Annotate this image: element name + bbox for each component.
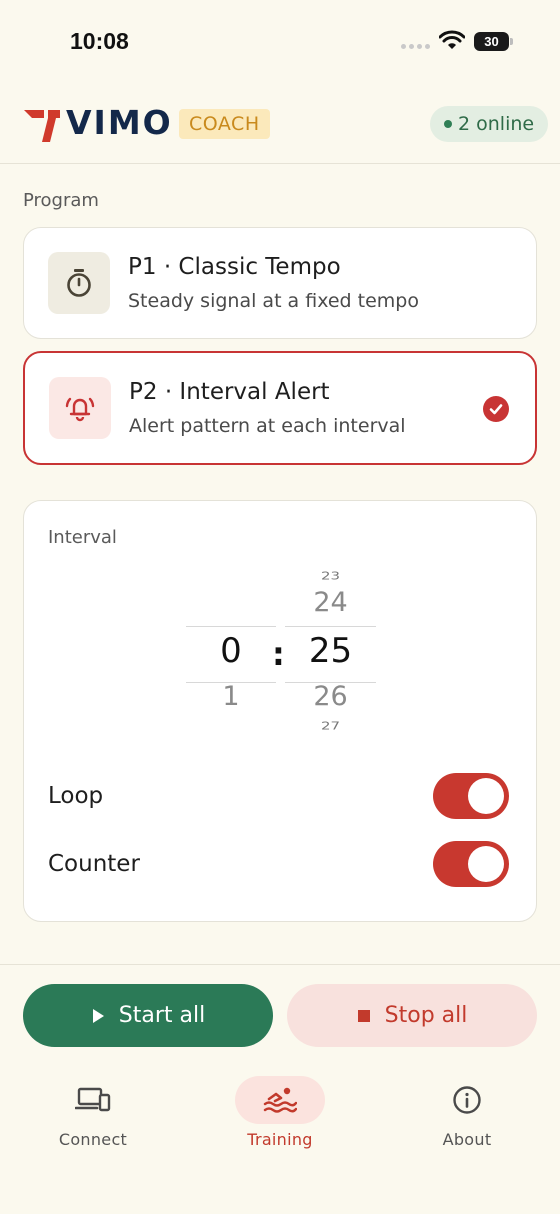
nav-label-connect: Connect xyxy=(58,1130,128,1149)
battery-level: 30 xyxy=(474,32,509,51)
seconds-value[interactable]: 24 xyxy=(285,587,376,618)
program-section-label: Program xyxy=(23,190,99,211)
minutes-selected-value[interactable]: 0 xyxy=(186,631,276,671)
loop-label: Loop xyxy=(48,783,104,809)
stopwatch-icon xyxy=(48,252,110,314)
nav-item-about[interactable]: About xyxy=(397,1076,537,1149)
online-dot-icon xyxy=(444,120,452,128)
start-all-button[interactable]: Start all xyxy=(23,984,273,1047)
nav-item-connect[interactable]: Connect xyxy=(23,1076,163,1149)
stop-all-button[interactable]: Stop all xyxy=(287,984,537,1047)
program-subtitle: Steady signal at a fixed tempo xyxy=(128,290,419,312)
swimming-icon xyxy=(235,1076,325,1124)
program-card-p1[interactable]: P1 · Classic Tempo Steady signal at a fi… xyxy=(23,227,537,339)
bell-ringing-icon xyxy=(49,377,111,439)
status-bar: 10:08 30 xyxy=(0,0,560,84)
interval-label: Interval xyxy=(48,527,117,548)
interval-card: Interval 0 1 : 23 24 25 26 27 Loop Count… xyxy=(23,500,537,922)
online-count: 2 online xyxy=(458,113,535,135)
devices-icon xyxy=(48,1076,138,1124)
program-title: P1 · Classic Tempo xyxy=(128,254,341,280)
loop-toggle[interactable] xyxy=(433,773,509,819)
wifi-icon xyxy=(438,30,466,54)
start-all-label: Start all xyxy=(118,1003,206,1028)
nav-label-about: About xyxy=(442,1130,492,1149)
program-subtitle: Alert pattern at each interval xyxy=(129,415,406,437)
coach-badge: COACH xyxy=(179,109,270,139)
counter-label: Counter xyxy=(48,851,140,877)
program-title: P2 · Interval Alert xyxy=(129,379,330,405)
seconds-value[interactable]: 23 xyxy=(285,570,376,583)
nav-item-training[interactable]: Training xyxy=(210,1076,350,1149)
action-bar: Start all Stop all xyxy=(0,964,560,1064)
logo-text: VIMO xyxy=(66,103,173,142)
clock: 10:08 xyxy=(70,28,129,54)
program-card-p2[interactable]: P2 · Interval Alert Alert pattern at eac… xyxy=(23,351,537,465)
battery-icon: 30 xyxy=(474,32,513,51)
stop-all-label: Stop all xyxy=(384,1003,468,1028)
play-icon xyxy=(92,1008,104,1023)
seconds-selected-value[interactable]: 25 xyxy=(285,631,376,671)
app-header: VIMO COACH 2 online xyxy=(0,84,560,164)
time-separator: : xyxy=(272,635,285,673)
online-status-pill[interactable]: 2 online xyxy=(430,106,549,142)
seconds-value[interactable]: 27 xyxy=(285,720,376,733)
selected-check-icon xyxy=(483,396,509,422)
counter-toggle[interactable] xyxy=(433,841,509,887)
nav-label-training: Training xyxy=(247,1130,313,1149)
minutes-next-value[interactable]: 1 xyxy=(186,681,276,712)
vimo-logo-icon xyxy=(22,104,64,148)
info-icon xyxy=(422,1076,512,1124)
stop-icon xyxy=(357,1009,370,1022)
cellular-signal-icon xyxy=(401,44,430,49)
seconds-value[interactable]: 26 xyxy=(285,681,376,712)
bottom-navigation: Connect Training About xyxy=(0,1064,560,1214)
